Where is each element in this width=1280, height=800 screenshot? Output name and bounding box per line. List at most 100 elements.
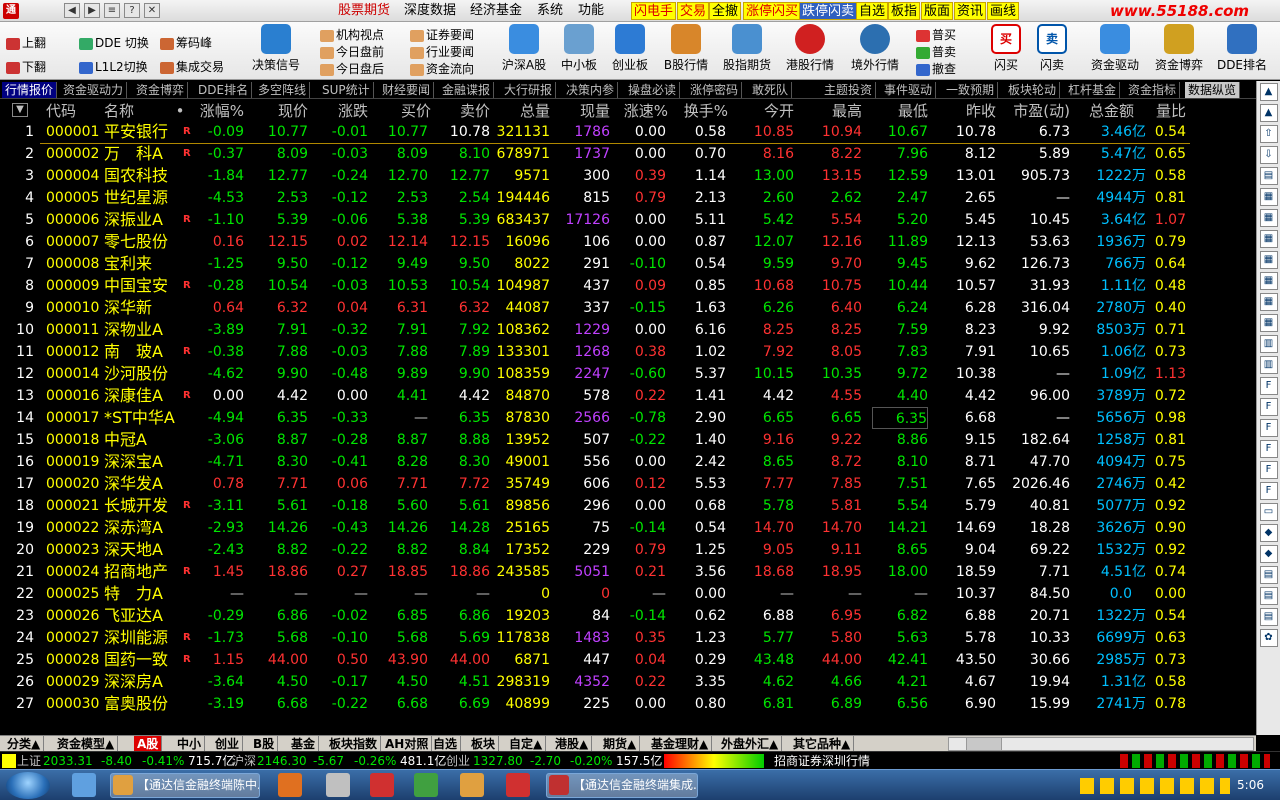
- fund-game-button[interactable]: 资金博弈: [1150, 24, 1208, 73]
- cancel-all-button[interactable]: 全撤: [709, 2, 742, 20]
- side-tool-icon[interactable]: ✿: [1259, 629, 1278, 647]
- column-header-17[interactable]: 总金额: [1080, 101, 1134, 121]
- table-row[interactable]: 17 000020 深华发A 0.78 7.71 0.06 7.71 7.72 35749 606…: [0, 473, 1256, 495]
- market-hk-button[interactable]: 港股行情: [782, 24, 838, 73]
- tab-12[interactable]: 敢死队: [749, 82, 793, 98]
- tab-18[interactable]: 资金指标: [1125, 82, 1181, 98]
- side-tool-icon[interactable]: ▲: [1259, 104, 1278, 122]
- tab-13[interactable]: 主题投资: [821, 82, 877, 98]
- side-tool-icon[interactable]: ▤: [1259, 608, 1278, 626]
- limit-down-sell-button[interactable]: 跌停闪卖: [799, 2, 858, 20]
- news-button[interactable]: 资讯: [954, 2, 987, 20]
- market-overseas-button[interactable]: 境外行情: [846, 24, 904, 73]
- table-row[interactable]: 22 000025 特 力A — — — — — 0 0 — 0.00 — — — 10.37 84.50 0.0…: [0, 583, 1256, 605]
- app-icon[interactable]: [370, 773, 394, 797]
- quick-trade-button[interactable]: 闪电手: [631, 2, 677, 20]
- forward-icon[interactable]: ▶: [84, 3, 100, 18]
- market-b-share-button[interactable]: B股行情: [660, 24, 712, 73]
- table-row[interactable]: 11 000012 南 玻A R -0.38 7.88 -0.03 7.88 7.89 13330…: [0, 341, 1256, 363]
- folder-icon[interactable]: [460, 773, 484, 797]
- table-row[interactable]: 14 000017 *ST中华A -4.94 6.35 -0.33 — 6.35 87830 25…: [0, 407, 1256, 429]
- side-tool-icon[interactable]: F: [1259, 377, 1278, 395]
- table-row[interactable]: 13 000016 深康佳A R 0.00 4.42 0.00 4.41 4.42 84870 57…: [0, 385, 1256, 407]
- bottom-tab-8[interactable]: AH对照: [382, 736, 433, 752]
- order-buy[interactable]: 普买: [916, 26, 956, 43]
- bottom-tab-1[interactable]: 资金模型▲: [54, 736, 119, 752]
- table-row[interactable]: 21 000024 招商地产 R 1.45 18.86 0.27 18.85 18.86 2435…: [0, 561, 1256, 583]
- side-tool-icon[interactable]: ▦: [1259, 188, 1278, 206]
- market-a-share-button[interactable]: 沪深A股: [500, 24, 548, 73]
- limit-up-buy-button[interactable]: 涨停闪买: [743, 2, 802, 20]
- scroll-thumb[interactable]: [966, 737, 1002, 751]
- table-row[interactable]: 27 000030 富奥股份 -3.19 6.68 -0.22 6.68 6.69 40899 2…: [0, 693, 1256, 715]
- table-row[interactable]: 16 000019 深深宝A -4.71 8.30 -0.41 8.28 8.30 49001 5…: [0, 451, 1256, 473]
- table-row[interactable]: 9 000010 深华新 0.64 6.32 0.04 6.31 6.32 44087 337 -0…: [0, 297, 1256, 319]
- side-tool-icon[interactable]: ⇩: [1259, 146, 1278, 164]
- bottom-tab-6[interactable]: 基金: [288, 736, 320, 752]
- bottom-tab-9[interactable]: 自选: [430, 736, 462, 752]
- news-fund-flow[interactable]: 资金流向: [410, 60, 474, 77]
- table-row[interactable]: 20 000023 深天地A -2.43 8.82 -0.22 8.82 8.84 17352 2…: [0, 539, 1256, 561]
- column-header-11[interactable]: 换手%: [680, 101, 728, 121]
- column-header-6[interactable]: 买价: [383, 101, 431, 121]
- back-icon[interactable]: ◀: [64, 3, 80, 18]
- tray-icons[interactable]: [1080, 778, 1230, 794]
- tab-5[interactable]: SUP统计: [319, 82, 374, 98]
- column-header-15[interactable]: 昨收: [942, 101, 996, 121]
- bottom-tab-2[interactable]: A股: [134, 736, 163, 752]
- market-sme-button[interactable]: 中小板: [556, 24, 602, 73]
- bottom-tab-15[interactable]: 外盘外汇▲: [718, 736, 783, 752]
- bottom-tab-11[interactable]: 自定▲: [506, 736, 547, 752]
- side-tool-icon[interactable]: ▦: [1259, 293, 1278, 311]
- bottom-tab-12[interactable]: 港股▲: [552, 736, 593, 752]
- column-header-3[interactable]: 涨幅%: [196, 101, 244, 121]
- table-row[interactable]: 8 000009 中国宝安 R -0.28 10.54 -0.03 10.53 10.54 104…: [0, 275, 1256, 297]
- l1l2-switch-button[interactable]: L1L2切换: [79, 58, 148, 75]
- side-tool-icon[interactable]: ◆: [1259, 545, 1278, 563]
- bottom-tab-14[interactable]: 基金理财▲: [648, 736, 713, 752]
- column-header-16[interactable]: 市盈(动): [1008, 101, 1070, 121]
- bottom-tab-4[interactable]: 创业: [212, 736, 244, 752]
- side-tool-icon[interactable]: F: [1259, 461, 1278, 479]
- app-icon[interactable]: [414, 773, 438, 797]
- tab-15[interactable]: 一致预期: [943, 82, 999, 98]
- side-tool-icon[interactable]: ▤: [1259, 587, 1278, 605]
- table-row[interactable]: 25 000028 国药一致 R 1.15 44.00 0.50 43.90 44.00 6871…: [0, 649, 1256, 671]
- ie-icon[interactable]: [72, 773, 96, 797]
- fund-drive-button[interactable]: 资金驱动: [1086, 24, 1144, 73]
- tab-3[interactable]: DDE排名: [195, 82, 253, 98]
- chip-peak-button[interactable]: 筹码峰: [160, 34, 212, 51]
- table-row[interactable]: 4 000005 世纪星源 -4.53 2.53 -0.12 2.53 2.54 194446 8…: [0, 187, 1256, 209]
- menu-economy-fund[interactable]: 经济基金: [470, 3, 522, 19]
- trade-button[interactable]: 交易: [677, 2, 710, 20]
- column-header-1[interactable]: 名称: [104, 101, 134, 121]
- side-tool-icon[interactable]: ▭: [1259, 503, 1278, 521]
- news-industry[interactable]: 行业要闻: [410, 43, 474, 60]
- tab-14[interactable]: 事件驱动: [881, 82, 937, 98]
- table-row[interactable]: 19 000022 深赤湾A -2.93 14.26 -0.43 14.26 14.28 251…: [0, 517, 1256, 539]
- tab-4[interactable]: 多空阵线: [255, 82, 311, 98]
- side-tool-icon[interactable]: ▦: [1259, 251, 1278, 269]
- side-tool-icon[interactable]: ▦: [1259, 209, 1278, 227]
- close-icon[interactable]: ✕: [144, 3, 160, 18]
- table-row[interactable]: 26 000029 深深房A -3.64 4.50 -0.17 4.50 4.51 298319…: [0, 671, 1256, 693]
- side-tool-icon[interactable]: ▤: [1259, 167, 1278, 185]
- tab-16[interactable]: 板块轮动: [1005, 82, 1061, 98]
- side-tool-icon[interactable]: ▦: [1259, 272, 1278, 290]
- column-header-14[interactable]: 最低: [876, 101, 928, 121]
- menu-stocks[interactable]: 股票期货: [338, 3, 390, 19]
- table-row[interactable]: 1 000001 平安银行 R -0.09 10.77 -0.01 10.77 10.78 321…: [0, 121, 1256, 143]
- column-header-2[interactable]: •: [175, 101, 185, 121]
- app-icon[interactable]: [506, 773, 530, 797]
- menu-icon[interactable]: ≡: [104, 3, 120, 18]
- side-tool-icon[interactable]: F: [1259, 440, 1278, 458]
- column-header-8[interactable]: 总量: [500, 101, 550, 121]
- start-button[interactable]: [6, 772, 50, 799]
- table-row[interactable]: 7 000008 宝利来 -1.25 9.50 -0.12 9.49 9.50 8022 291 -…: [0, 253, 1256, 275]
- side-tool-icon[interactable]: ◆: [1259, 524, 1278, 542]
- decision-signal-button[interactable]: 决策信号: [248, 24, 304, 73]
- side-tool-icon[interactable]: F: [1259, 398, 1278, 416]
- bottom-tab-7[interactable]: 板块指数: [326, 736, 382, 752]
- page-down-button[interactable]: 下翻: [6, 58, 46, 75]
- table-row[interactable]: 18 000021 长城开发 R -3.11 5.61 -0.18 5.60 5.61 89856…: [0, 495, 1256, 517]
